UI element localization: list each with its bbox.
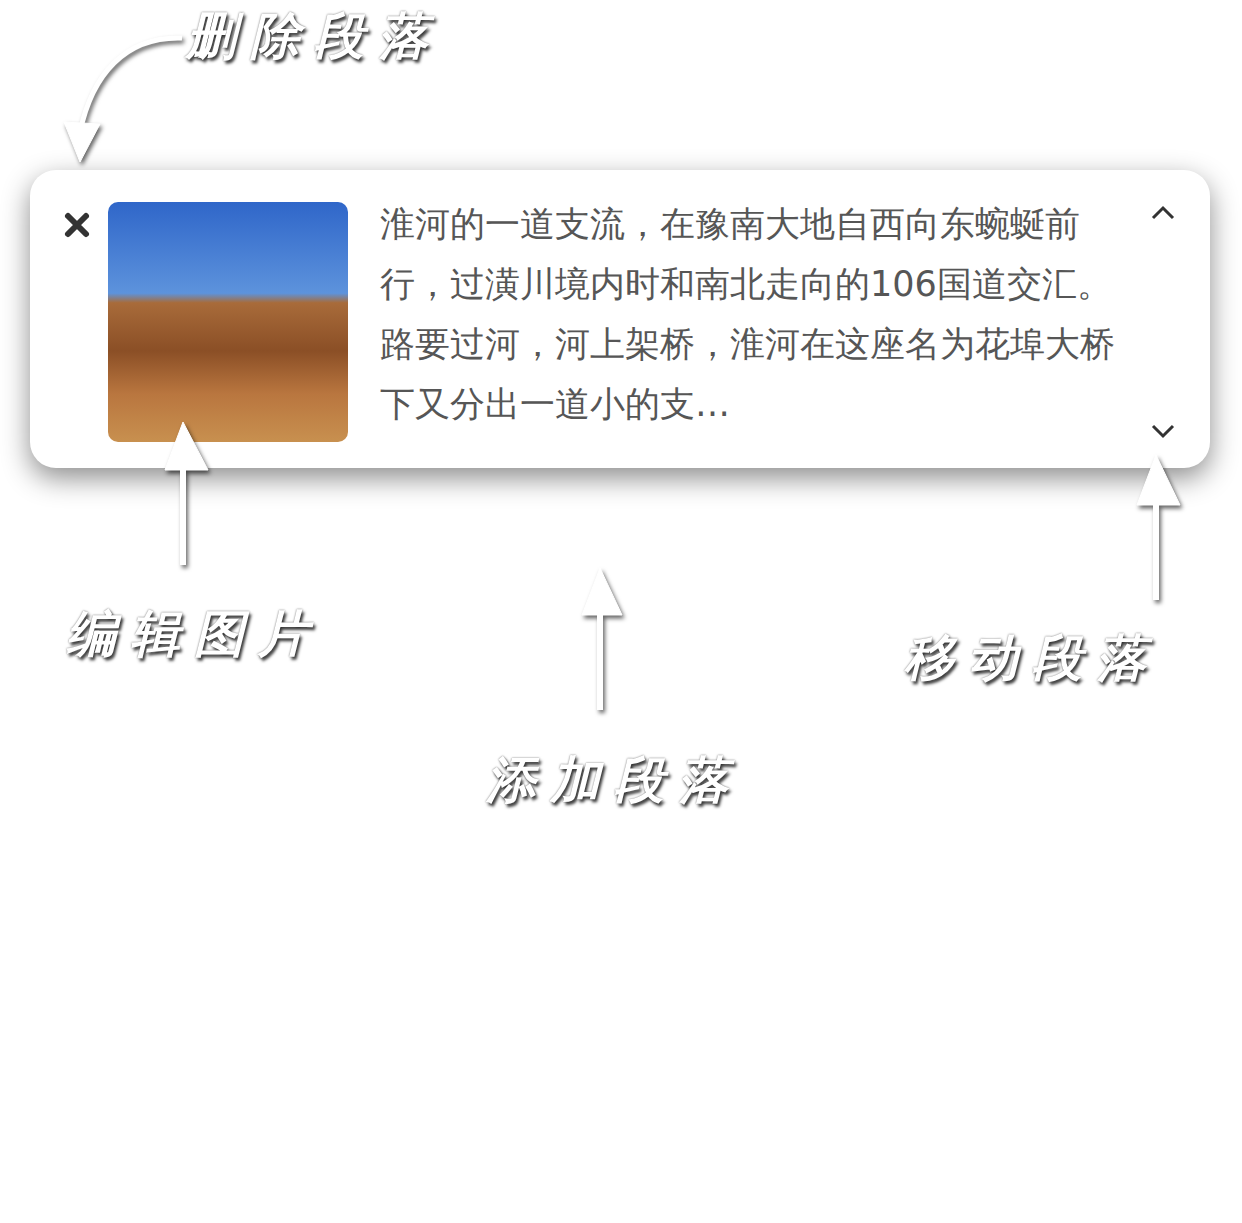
delete-note: 删除段落 <box>186 6 442 66</box>
move-note: 移动段落 <box>904 628 1160 688</box>
add-note: 添加段落 <box>486 750 742 810</box>
paragraph-card[interactable]: 淮河的一道支流，在豫南大地自西向东蜿蜒前行，过潢川境内时和南北走向的106国道交… <box>30 170 1210 468</box>
chevron-down-icon[interactable] <box>1148 420 1178 442</box>
chevron-up-icon[interactable] <box>1148 202 1178 224</box>
close-icon[interactable] <box>62 210 92 240</box>
paragraph-text[interactable]: 淮河的一道支流，在豫南大地自西向东蜿蜒前行，过潢川境内时和南北走向的106国道交… <box>380 194 1132 434</box>
edit-image-note: 编辑图片 <box>66 604 322 664</box>
paragraph-image[interactable] <box>108 202 348 442</box>
canvas: 淮河的一道支流，在豫南大地自西向东蜿蜒前行，过潢川境内时和南北走向的106国道交… <box>0 0 1242 1223</box>
